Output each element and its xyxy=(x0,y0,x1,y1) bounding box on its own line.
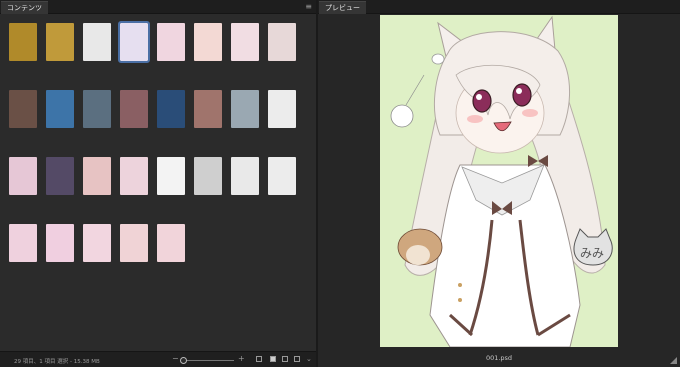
thumbnail-image xyxy=(46,224,74,262)
thumbnail-image xyxy=(268,23,296,61)
thumbnail-item[interactable] xyxy=(43,87,77,131)
thumbnail-item[interactable] xyxy=(265,154,299,198)
panel-menu-icon[interactable]: ≡ xyxy=(305,2,312,11)
thumbnail-item[interactable] xyxy=(265,87,299,131)
thumbnail-image xyxy=(157,157,185,195)
thumbnail-size-slider[interactable] xyxy=(182,360,234,361)
thumbnail-image xyxy=(157,224,185,262)
thumbnail-item[interactable] xyxy=(117,87,151,131)
thumbnail-item[interactable] xyxy=(265,20,299,64)
thumbnail-image xyxy=(231,157,259,195)
thumbnail-image xyxy=(194,157,222,195)
thumbnail-image xyxy=(231,90,259,128)
thumbnail-item[interactable] xyxy=(6,221,40,265)
list-view-icon[interactable] xyxy=(294,356,300,362)
thumbnail-image xyxy=(268,157,296,195)
thumbnail-image xyxy=(46,90,74,128)
status-bar: 29 項目、1 項目 選択 - 15.38 MB − + ⌄ xyxy=(0,351,316,367)
thumbnail-image xyxy=(9,23,37,61)
thumbnail-item[interactable] xyxy=(80,20,114,64)
thumbnail-item[interactable] xyxy=(80,221,114,265)
thumbnail-item[interactable] xyxy=(43,221,77,265)
thumbnail-item[interactable] xyxy=(43,20,77,64)
thumbnail-item[interactable] xyxy=(154,20,188,64)
thumbnail-image xyxy=(83,157,111,195)
detail-view-icon[interactable] xyxy=(282,356,288,362)
status-text: 29 項目、1 項目 選択 - 15.38 MB xyxy=(14,359,100,365)
preview-image: みみ xyxy=(380,15,618,347)
zoom-in-button[interactable]: + xyxy=(238,355,245,363)
thumbnail-image xyxy=(157,90,185,128)
thumbnail-item[interactable] xyxy=(154,87,188,131)
thumbnail-image xyxy=(46,23,74,61)
chevron-down-icon[interactable]: ⌄ xyxy=(306,355,312,363)
grid-view-icon[interactable] xyxy=(256,356,262,362)
thumbnail-image xyxy=(118,21,150,63)
zoom-out-button[interactable]: − xyxy=(172,355,179,363)
thumbnail-item[interactable] xyxy=(43,154,77,198)
thumbnail-item[interactable] xyxy=(228,20,262,64)
thumbnail-image xyxy=(268,90,296,128)
tab-contents[interactable]: コンテンツ xyxy=(1,1,48,14)
thumbnail-item[interactable] xyxy=(80,87,114,131)
thumbnail-item[interactable] xyxy=(191,154,225,198)
preview-tabbar: プレビュー xyxy=(318,0,680,14)
resize-grip-icon[interactable] xyxy=(670,357,677,364)
thumbnail-image xyxy=(9,224,37,262)
large-grid-view-icon[interactable] xyxy=(270,356,276,362)
preview-filename: 001.psd xyxy=(485,354,513,362)
thumbnail-item[interactable] xyxy=(117,221,151,265)
thumbnail-image xyxy=(194,90,222,128)
thumbnail-item[interactable] xyxy=(154,221,188,265)
thumbnail-item[interactable] xyxy=(154,154,188,198)
thumbnail-image xyxy=(83,90,111,128)
thumbnail-item[interactable] xyxy=(191,87,225,131)
preview-panel: プレビュー みみ 001.psd xyxy=(318,0,680,367)
contents-tabbar: コンテンツ ≡ xyxy=(0,0,316,14)
thumbnail-image xyxy=(120,157,148,195)
thumbnail-image xyxy=(9,157,37,195)
thumbnail-item[interactable] xyxy=(6,154,40,198)
thumbnail-image xyxy=(46,157,74,195)
slider-handle[interactable] xyxy=(180,357,187,364)
thumbnail-item[interactable] xyxy=(6,20,40,64)
thumbnail-image xyxy=(9,90,37,128)
contents-panel: コンテンツ ≡ 29 項目、1 項目 選択 - 15.38 MB − + ⌄ xyxy=(0,0,318,367)
thumbnail-item[interactable] xyxy=(191,20,225,64)
thumbnail-item[interactable] xyxy=(228,87,262,131)
thumbnail-item[interactable] xyxy=(117,154,151,198)
thumbnail-image xyxy=(194,23,222,61)
tab-preview[interactable]: プレビュー xyxy=(319,1,366,14)
thumbnail-image xyxy=(120,224,148,262)
thumbnail-image xyxy=(157,23,185,61)
thumbnail-item[interactable] xyxy=(6,87,40,131)
thumbnail-item[interactable] xyxy=(117,20,151,64)
tag-text: みみ xyxy=(580,246,604,260)
thumbnail-image xyxy=(83,23,111,61)
thumbnail-image xyxy=(231,23,259,61)
thumbnail-image xyxy=(120,90,148,128)
thumbnail-item[interactable] xyxy=(228,154,262,198)
thumbnail-item[interactable] xyxy=(80,154,114,198)
anime-girl-illustration: みみ xyxy=(390,15,613,347)
thumbnail-image xyxy=(83,224,111,262)
